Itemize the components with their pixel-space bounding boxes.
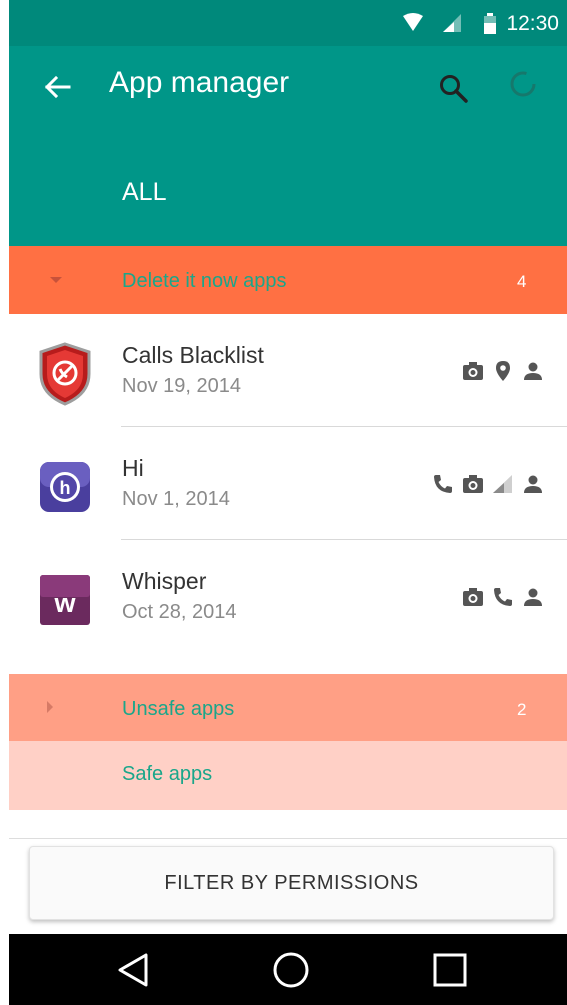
app-bar: App manager ALL (9, 46, 567, 246)
section-count: 4 (517, 272, 527, 291)
whisper-app-icon: w (40, 575, 90, 625)
wifi-icon (403, 13, 423, 31)
section-label: Safe apps (122, 763, 213, 785)
divider (9, 838, 567, 839)
section-count: 2 (517, 700, 527, 719)
permission-icons (461, 584, 545, 610)
app-date: Nov 19, 2014 (122, 375, 241, 397)
battery-icon (484, 13, 496, 34)
page-title: App manager (109, 66, 290, 99)
app-name: Calls Blacklist (122, 342, 264, 368)
contacts-icon (524, 475, 542, 493)
app-name: Whisper (122, 568, 207, 594)
contacts-icon (524, 588, 542, 606)
app-row-calls-blacklist[interactable]: Calls Blacklist Nov 19, 2014 (9, 314, 567, 427)
svg-text:w: w (53, 588, 76, 618)
home-circle-icon[interactable] (271, 951, 311, 991)
back-triangle-icon[interactable] (115, 951, 153, 989)
section-label: Delete it now apps (122, 270, 287, 292)
left-edge (0, 0, 9, 1005)
status-bar: 12:30 (9, 0, 567, 46)
app-name: Hi (122, 455, 144, 481)
app-screen: 12:30 App manager ALL Delete it now apps… (0, 0, 567, 1005)
camera-icon (463, 475, 483, 493)
refresh-spinner-icon[interactable] (507, 68, 539, 100)
section-unsafe-apps[interactable]: Unsafe apps 2 (9, 674, 567, 741)
filter-by-permissions-button[interactable]: FILTER BY PERMISSIONS (29, 846, 554, 920)
permission-icons (461, 358, 545, 384)
cell-signal-icon (443, 14, 461, 32)
tab-all[interactable]: ALL (122, 178, 166, 207)
navigation-bar (9, 934, 567, 1005)
permission-icons (431, 471, 545, 497)
back-arrow-icon[interactable] (41, 70, 75, 104)
contacts-icon (524, 362, 542, 380)
section-safe-apps[interactable]: Safe apps (9, 741, 567, 810)
section-delete-it-now[interactable]: Delete it now apps 4 (9, 246, 567, 314)
app-row-whisper[interactable]: w Whisper Oct 28, 2014 (9, 540, 567, 653)
app-date: Oct 28, 2014 (122, 601, 237, 623)
recents-square-icon[interactable] (431, 951, 469, 989)
section-label: Unsafe apps (122, 698, 235, 720)
camera-icon (463, 362, 483, 380)
signal-icon (493, 475, 512, 493)
camera-icon (463, 588, 483, 606)
svg-text:h: h (60, 478, 71, 498)
app-row-hi[interactable]: h Hi Nov 1, 2014 (9, 427, 567, 540)
collapse-arrow-icon (47, 701, 53, 713)
phone-icon (494, 588, 512, 606)
hi-app-icon: h (40, 462, 90, 512)
expand-arrow-icon (50, 277, 62, 283)
calls-blacklist-shield-icon (39, 342, 91, 406)
phone-icon (434, 475, 452, 493)
search-icon[interactable] (437, 72, 471, 106)
location-icon (496, 361, 510, 381)
clock: 12:30 (506, 12, 559, 35)
app-date: Nov 1, 2014 (122, 488, 230, 510)
